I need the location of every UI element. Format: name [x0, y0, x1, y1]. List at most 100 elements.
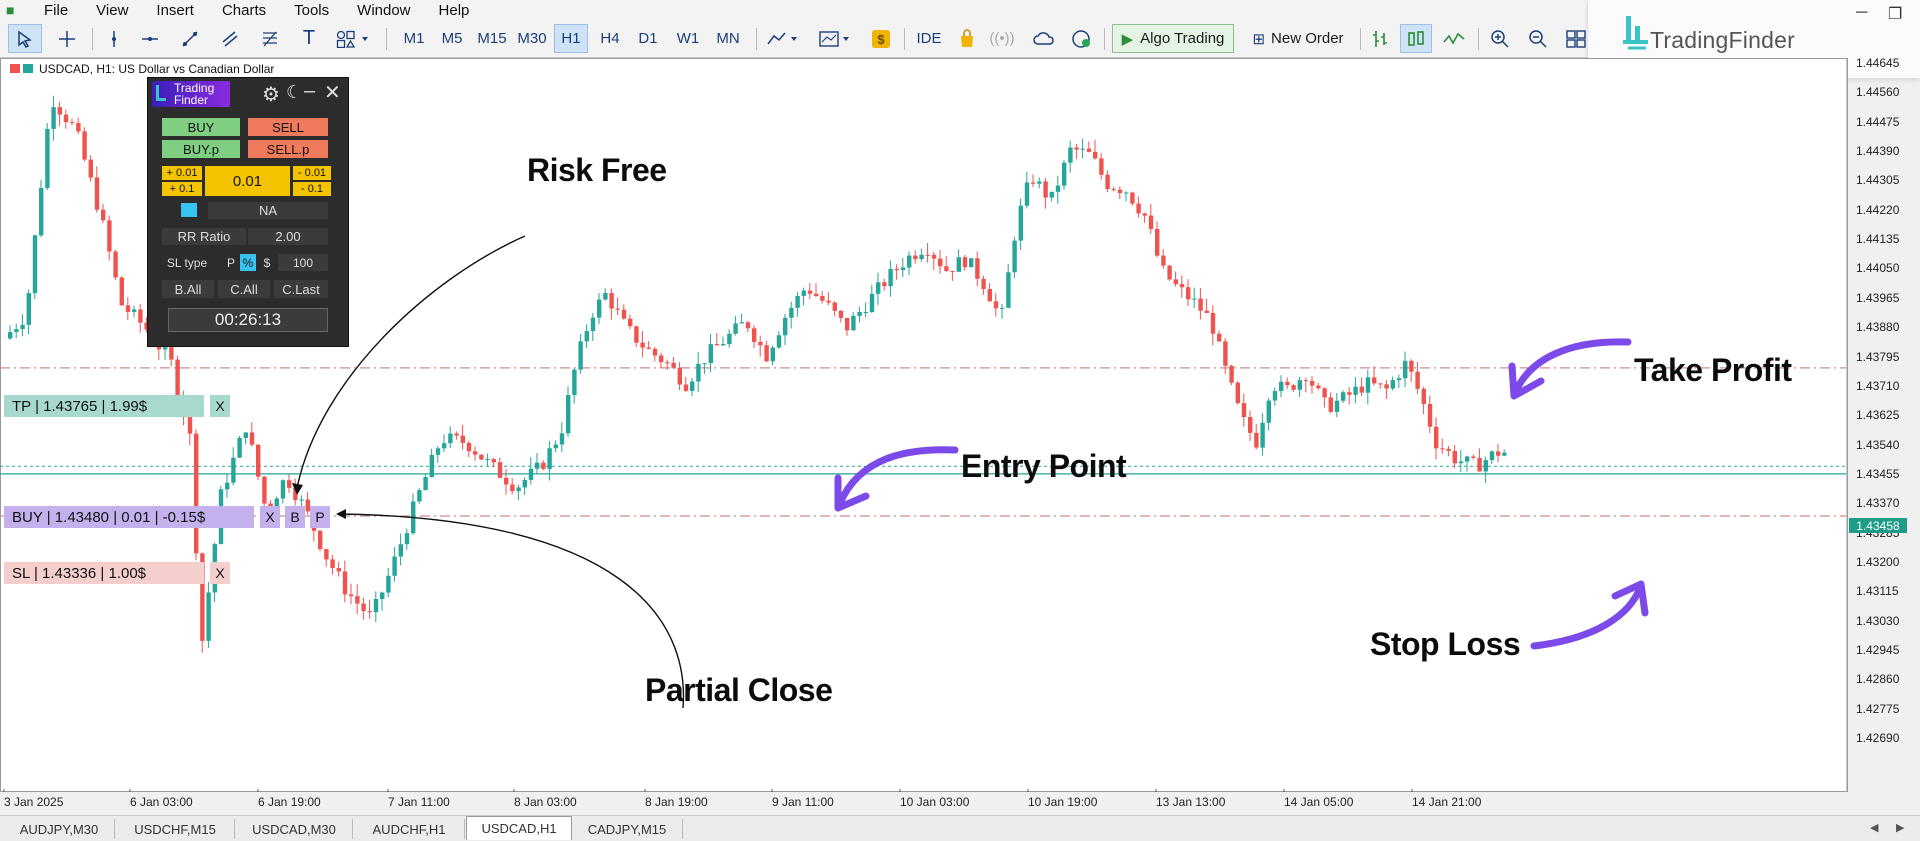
chart-type-icon[interactable] [764, 24, 804, 53]
tf-mn[interactable]: MN [710, 24, 746, 53]
candle-body [442, 443, 447, 449]
vps-icon[interactable] [1068, 24, 1096, 53]
candle-body [1477, 457, 1482, 472]
sl-type-points[interactable]: P [224, 254, 238, 271]
minimize-icon[interactable]: ─ [1856, 4, 1867, 22]
template-icon[interactable] [816, 24, 856, 53]
tab-usdcad-h1[interactable]: USDCAD,H1 [466, 816, 572, 840]
buy-line-label[interactable]: BUY | 1.43480 | 0.01 | -0.15$ [4, 506, 254, 528]
new-order-button[interactable]: ⊞ New Order [1244, 24, 1352, 53]
candle-body [528, 468, 534, 480]
cloud-icon[interactable] [1030, 24, 1058, 53]
tab-cadjpy-m15[interactable]: CADJPY,M15 [572, 819, 683, 839]
minimize-panel-icon[interactable]: – [304, 80, 315, 103]
lot-minus-001-button[interactable]: - 0.01 [293, 166, 331, 180]
text-icon[interactable]: T [296, 24, 322, 53]
tf-h1[interactable]: H1 [554, 24, 588, 53]
zoom-out-icon[interactable] [1524, 24, 1552, 53]
menu-help[interactable]: Help [429, 2, 488, 19]
cursor-icon[interactable] [8, 24, 42, 53]
crosshair-icon[interactable] [52, 24, 82, 53]
bars-icon[interactable]: ■ [6, 3, 24, 17]
menu-tools[interactable]: Tools [284, 2, 347, 19]
chart-tabs: AUDJPY,M30 USDCHF,M15 USDCAD,M30 AUDCHF,… [0, 815, 1920, 841]
buy-button[interactable]: BUY [162, 118, 240, 136]
tab-audchf-h1[interactable]: AUDCHF,H1 [354, 819, 465, 839]
tf-h4[interactable]: H4 [594, 24, 626, 53]
candlestick-icon[interactable] [1400, 24, 1432, 53]
candle-body [1489, 451, 1495, 461]
menu-charts[interactable]: Charts [212, 2, 284, 19]
risk-free-button[interactable]: B [285, 506, 305, 528]
sl-line-label[interactable]: SL | 1.43336 | 1.00$ [4, 562, 204, 584]
sl-value-input[interactable]: 100 [278, 254, 328, 271]
tf-m15[interactable]: M15 [474, 24, 510, 53]
candle-body [1012, 240, 1017, 273]
time-tick-label: 3 Jan 2025 [4, 795, 64, 809]
tf-w1[interactable]: W1 [672, 24, 704, 53]
sl-type-percent[interactable]: % [240, 254, 256, 271]
tf-m30[interactable]: M30 [514, 24, 550, 53]
close-panel-icon[interactable]: ✕ [324, 80, 341, 105]
candle-body [1452, 450, 1457, 464]
channel-icon[interactable] [216, 24, 244, 53]
tile-windows-icon[interactable] [1562, 24, 1590, 53]
color-swatch[interactable] [181, 203, 197, 217]
buy-close-button[interactable]: X [260, 506, 280, 528]
signal-icon[interactable]: ((•)) [988, 24, 1016, 53]
market-icon[interactable] [954, 24, 980, 53]
menu-view[interactable]: View [86, 2, 146, 19]
dollar-icon[interactable]: $ [868, 24, 894, 53]
candle-body [1458, 461, 1464, 464]
tp-close-button[interactable]: X [210, 395, 230, 417]
scroll-right-icon[interactable]: ▶ [1896, 821, 1904, 834]
gear-icon[interactable]: ⚙ [262, 82, 280, 107]
vertical-line-icon[interactable] [100, 24, 128, 53]
menu-file[interactable]: File [34, 2, 86, 19]
close-all-button[interactable]: C.All [218, 280, 270, 298]
tf-d1[interactable]: D1 [632, 24, 664, 53]
buy-all-button[interactable]: B.All [162, 280, 214, 298]
lot-plus-001-button[interactable]: + 0.01 [162, 166, 202, 180]
shapes-icon[interactable] [332, 24, 376, 53]
fibonacci-icon[interactable] [256, 24, 284, 53]
candle-body [169, 347, 174, 360]
bar-chart-icon[interactable] [1366, 24, 1394, 53]
partial-close-button[interactable]: P [310, 506, 330, 528]
sell-button[interactable]: SELL [248, 118, 328, 136]
algo-trading-button[interactable]: ▶ Algo Trading [1112, 24, 1234, 53]
menu-insert[interactable]: Insert [146, 2, 212, 19]
sl-type-dollar[interactable]: $ [260, 254, 274, 271]
tab-usdchf-m15[interactable]: USDCHF,M15 [116, 819, 235, 839]
scroll-left-icon[interactable]: ◀ [1870, 821, 1878, 834]
buy-pending-button[interactable]: BUY.p [162, 140, 240, 158]
tp-line-label[interactable]: TP | 1.43765 | 1.99$ [4, 395, 204, 417]
zoom-in-icon[interactable] [1486, 24, 1514, 53]
moon-icon[interactable]: ☾ [286, 82, 302, 103]
tf-m1[interactable]: M1 [398, 24, 430, 53]
menu-window[interactable]: Window [347, 2, 428, 19]
line-chart-icon[interactable] [1440, 24, 1468, 53]
candle-body [770, 347, 775, 362]
tab-usdcad-m30[interactable]: USDCAD,M30 [236, 819, 353, 839]
sl-close-button[interactable]: X [210, 562, 230, 584]
candle-body [1328, 397, 1333, 412]
tf-m5[interactable]: M5 [436, 24, 468, 53]
candle-body [454, 433, 459, 436]
candle-body [1124, 192, 1129, 194]
candle-body [621, 309, 627, 319]
candle-body [404, 533, 410, 545]
candle-body [1186, 287, 1191, 300]
lot-minus-01-button[interactable]: - 0.1 [293, 182, 331, 196]
restore-icon[interactable]: ❐ [1888, 4, 1902, 24]
lot-size-input[interactable]: 0.01 [205, 166, 290, 196]
rr-ratio-input[interactable]: 2.00 [248, 228, 328, 245]
horizontal-line-icon[interactable] [136, 24, 164, 53]
ide-button[interactable]: IDE [912, 24, 946, 53]
lot-plus-01-button[interactable]: + 0.1 [162, 182, 202, 196]
trendline-icon[interactable] [176, 24, 204, 53]
sell-pending-button[interactable]: SELL.p [248, 140, 328, 158]
tab-audjpy-m30[interactable]: AUDJPY,M30 [4, 819, 115, 839]
close-last-button[interactable]: C.Last [274, 280, 328, 298]
sl-type-label: SL type [166, 255, 208, 270]
